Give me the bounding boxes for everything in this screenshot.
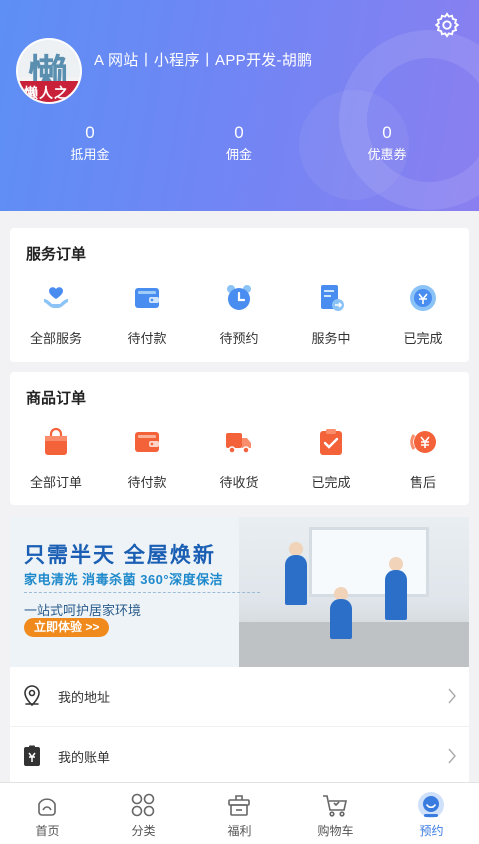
yen-refund-icon bbox=[410, 431, 436, 453]
tab-home[interactable]: 首页 bbox=[0, 783, 95, 844]
product-after-sales[interactable]: 售后 bbox=[377, 427, 469, 507]
delivery-truck-icon bbox=[226, 433, 251, 454]
tab-cart[interactable]: 购物车 bbox=[288, 783, 383, 844]
menu-item-bill[interactable]: 我的账单 bbox=[10, 727, 469, 787]
avatar-band-text: 懒人之 bbox=[24, 84, 69, 101]
banner-cta-button[interactable]: 立即体验 >> bbox=[24, 618, 110, 637]
product-orders-grid: 全部订单 待付款 待收货 已完成 售后 bbox=[10, 427, 469, 507]
grid-label: 已完成 bbox=[403, 331, 443, 346]
tab-category[interactable]: 分类 bbox=[96, 783, 191, 844]
grid-label: 服务中 bbox=[311, 331, 351, 346]
promo-banner[interactable]: 只需半天 全屋焕新 家电清洗 消毒杀菌 360°深度保洁 一站式呵护居家环境 立… bbox=[10, 517, 469, 667]
profile-header: 懒 懒人之 A 网站丨小程序丨APP开发-胡鹏 0 抵用金 0 佣金 0 优惠券 bbox=[0, 0, 479, 211]
stat-value: 0 bbox=[85, 123, 95, 142]
section-title: 服务订单 bbox=[26, 246, 87, 263]
service-orders-grid: 全部服务 待付款 待预约 服务中 已完成 bbox=[10, 283, 469, 363]
clipboard-check-icon bbox=[320, 429, 342, 455]
stat-commission[interactable]: 0 佣金 bbox=[189, 123, 289, 165]
avatar[interactable]: 懒 懒人之 bbox=[16, 38, 82, 104]
service-orders-card: 服务订单 全部服务 待付款 待预约 服务中 已完成 bbox=[10, 228, 469, 362]
alarm-clock-icon bbox=[227, 285, 251, 310]
document-arrow-icon bbox=[321, 285, 344, 311]
menu-item-address[interactable]: 我的地址 bbox=[10, 667, 469, 727]
profile-face-icon bbox=[418, 792, 444, 818]
product-pending-payment[interactable]: 待付款 bbox=[101, 427, 193, 507]
category-grid-icon bbox=[131, 793, 155, 817]
tab-label: 福利 bbox=[227, 824, 252, 838]
service-pending-payment[interactable]: 待付款 bbox=[101, 283, 193, 363]
settings-gear-icon[interactable] bbox=[433, 11, 461, 39]
shopping-bag-icon bbox=[45, 427, 67, 455]
stat-voucher[interactable]: 0 抵用金 bbox=[40, 123, 140, 165]
tab-label: 预约 bbox=[419, 824, 444, 838]
cart-icon bbox=[323, 795, 347, 817]
stat-label: 抵用金 bbox=[70, 147, 110, 162]
menu-list: 我的地址 我的账单 bbox=[10, 667, 469, 787]
product-completed[interactable]: 已完成 bbox=[285, 427, 377, 507]
menu-item-label: 我的账单 bbox=[58, 750, 111, 765]
bottom-tab-bar: 首页 分类 福利 购物车 预约 bbox=[0, 782, 479, 844]
service-all[interactable]: 全部服务 bbox=[10, 283, 102, 363]
stat-value: 0 bbox=[234, 123, 244, 142]
grid-label: 全部服务 bbox=[29, 331, 82, 346]
menu-item-label: 我的地址 bbox=[58, 690, 111, 705]
wallet-icon bbox=[135, 288, 159, 308]
grid-label: 待付款 bbox=[127, 475, 167, 490]
hand-heart-icon bbox=[44, 287, 68, 308]
stat-value: 0 bbox=[382, 123, 392, 142]
grid-label: 全部订单 bbox=[29, 475, 82, 490]
service-in-progress[interactable]: 服务中 bbox=[285, 283, 377, 363]
tab-label: 购物车 bbox=[317, 824, 354, 838]
banner-tagline: 一站式呵护居家环境 bbox=[24, 603, 142, 618]
tab-label: 分类 bbox=[131, 824, 156, 838]
tab-label: 首页 bbox=[35, 824, 60, 838]
chevron-right-icon bbox=[448, 688, 456, 704]
service-pending-booking[interactable]: 待预约 bbox=[193, 283, 285, 363]
grid-label: 待预约 bbox=[219, 331, 259, 346]
product-pending-delivery[interactable]: 待收货 bbox=[193, 427, 285, 507]
banner-subline: 家电清洗 消毒杀菌 360°深度保洁 bbox=[24, 572, 224, 587]
grid-label: 售后 bbox=[409, 475, 436, 490]
wallet-icon bbox=[135, 432, 159, 452]
location-pin-icon bbox=[24, 685, 40, 707]
service-completed[interactable]: 已完成 bbox=[377, 283, 469, 363]
tab-booking[interactable]: 预约 bbox=[384, 783, 479, 844]
section-title: 商品订单 bbox=[26, 390, 87, 407]
stat-label: 佣金 bbox=[225, 147, 252, 162]
product-all[interactable]: 全部订单 bbox=[10, 427, 102, 507]
coin-refresh-icon bbox=[410, 285, 436, 311]
grid-label: 已完成 bbox=[311, 475, 351, 490]
tab-welfare[interactable]: 福利 bbox=[192, 783, 287, 844]
home-icon bbox=[38, 798, 56, 816]
banner-headline: 只需半天 全屋焕新 bbox=[24, 544, 216, 567]
product-orders-card: 商品订单 全部订单 待付款 待收货 已完成 售后 bbox=[10, 372, 469, 505]
bill-yen-icon bbox=[24, 745, 40, 766]
username: A 网站丨小程序丨APP开发-胡鹏 bbox=[94, 52, 313, 69]
stat-coupon[interactable]: 0 优惠券 bbox=[337, 123, 437, 165]
stats-row: 0 抵用金 0 佣金 0 优惠券 bbox=[0, 123, 479, 167]
stat-label: 优惠券 bbox=[367, 147, 407, 162]
gift-box-icon bbox=[228, 795, 250, 816]
grid-label: 待收货 bbox=[219, 475, 259, 490]
chevron-right-icon bbox=[448, 748, 456, 764]
banner-photo bbox=[239, 517, 469, 667]
grid-label: 待付款 bbox=[127, 331, 167, 346]
banner-divider bbox=[24, 592, 260, 593]
